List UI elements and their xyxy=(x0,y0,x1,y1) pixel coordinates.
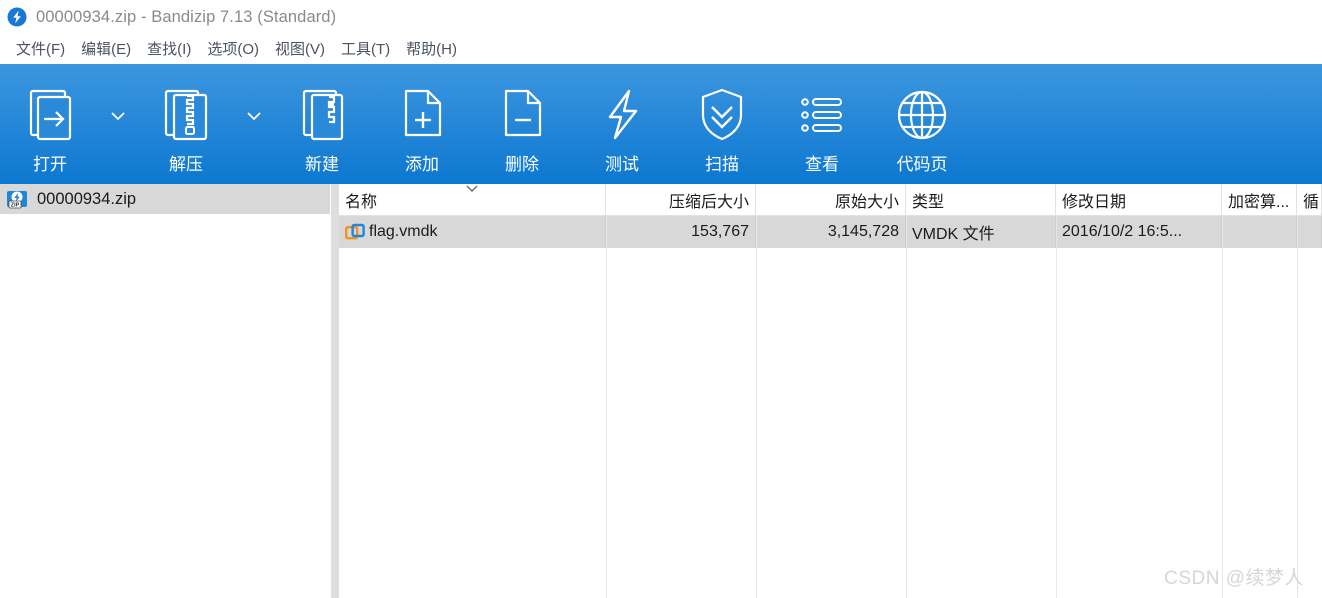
cell-name-label: flag.vmdk xyxy=(369,223,438,240)
cell-packed-size: 153,767 xyxy=(606,216,756,248)
cell-encryption xyxy=(1222,216,1297,248)
toolbar-button-view[interactable]: 查看 xyxy=(772,64,872,184)
cell-original-size: 3,145,728 xyxy=(756,216,906,248)
column-header-type[interactable]: 类型 xyxy=(906,184,1056,215)
menu-help[interactable]: 帮助(H) xyxy=(398,36,465,61)
column-header-label: 压缩后大小 xyxy=(668,193,749,211)
column-grid-lines xyxy=(339,216,1322,598)
cell-type: VMDK 文件 xyxy=(906,216,1056,248)
chevron-down-icon xyxy=(110,108,126,126)
menu-find[interactable]: 查找(I) xyxy=(139,36,199,61)
cell-name: flag.vmdk xyxy=(339,216,606,248)
bandizip-window: 00000934.zip - Bandizip 7.13 (Standard) … xyxy=(0,0,1322,598)
view-list-icon xyxy=(793,84,851,146)
open-archive-icon xyxy=(21,84,79,146)
svg-text:ZIP: ZIP xyxy=(11,203,20,209)
file-list-panel: 名称 压缩后大小 原始大小 类型 修改日期 加密算... 循 flag.vmdk… xyxy=(339,184,1322,598)
title-bar: 00000934.zip - Bandizip 7.13 (Standard) xyxy=(0,0,1322,34)
vmdk-file-icon xyxy=(345,222,365,242)
tree-item-label: 00000934.zip xyxy=(37,189,137,208)
toolbar-button-add[interactable]: 添加 xyxy=(372,64,472,184)
file-list-header: 名称 压缩后大小 原始大小 类型 修改日期 加密算... 循 xyxy=(339,184,1322,216)
toolbar-label-add: 添加 xyxy=(405,155,439,174)
menu-options[interactable]: 选项(O) xyxy=(199,36,267,61)
column-header-label: 修改日期 xyxy=(1062,193,1127,211)
cell-modified-date: 2016/10/2 16:5... xyxy=(1056,216,1222,248)
menu-tools[interactable]: 工具(T) xyxy=(333,36,398,61)
toolbar-button-codepage[interactable]: 代码页 xyxy=(872,64,972,184)
menu-bar: 文件(F) 编辑(E) 查找(I) 选项(O) 视图(V) 工具(T) 帮助(H… xyxy=(0,34,1322,62)
toolbar-button-scan[interactable]: 扫描 xyxy=(672,64,772,184)
toolbar-label-delete: 删除 xyxy=(505,155,539,174)
toolbar-dropdown-open[interactable] xyxy=(100,64,136,184)
toolbar-label-extract: 解压 xyxy=(169,155,203,174)
column-header-label: 名称 xyxy=(345,193,378,211)
sort-descending-icon xyxy=(465,184,479,192)
scan-shield-icon xyxy=(693,84,751,146)
cell-crc xyxy=(1297,216,1322,248)
chevron-down-icon xyxy=(246,108,262,126)
menu-view[interactable]: 视图(V) xyxy=(267,36,333,61)
folder-tree-panel: ZIP 00000934.zip xyxy=(0,184,331,598)
column-header-modified-date[interactable]: 修改日期 xyxy=(1056,184,1222,215)
toolbar-label-new: 新建 xyxy=(305,155,339,174)
toolbar-label-test: 测试 xyxy=(605,155,639,174)
column-header-label: 类型 xyxy=(912,193,945,211)
codepage-globe-icon xyxy=(893,84,951,146)
new-archive-icon xyxy=(293,84,351,146)
column-header-label: 加密算... xyxy=(1228,193,1290,211)
menu-file[interactable]: 文件(F) xyxy=(8,36,73,61)
toolbar-dropdown-extract[interactable] xyxy=(236,64,272,184)
bandizip-lightning-icon xyxy=(6,6,28,28)
toolbar-button-delete[interactable]: 删除 xyxy=(472,64,572,184)
tree-item-archive-root[interactable]: ZIP 00000934.zip xyxy=(0,184,330,214)
column-header-encryption[interactable]: 加密算... xyxy=(1222,184,1297,215)
column-header-crc[interactable]: 循 xyxy=(1297,184,1322,215)
content-area: ZIP 00000934.zip 名称 压缩后大小 原始大小 类型 修改日期 加… xyxy=(0,184,1322,598)
toolbar-button-test[interactable]: 测试 xyxy=(572,64,672,184)
column-header-name[interactable]: 名称 xyxy=(339,184,606,215)
column-header-original-size[interactable]: 原始大小 xyxy=(756,184,906,215)
menu-edit[interactable]: 编辑(E) xyxy=(73,36,139,61)
toolbar-label-open: 打开 xyxy=(33,155,67,174)
table-row[interactable]: flag.vmdk 153,767 3,145,728 VMDK 文件 2016… xyxy=(339,216,1322,248)
toolbar-label-scan: 扫描 xyxy=(705,155,739,174)
zip-archive-icon: ZIP xyxy=(6,188,28,210)
delete-file-icon xyxy=(493,84,551,146)
toolbar-button-extract[interactable]: 解压 xyxy=(136,64,236,184)
column-header-packed-size[interactable]: 压缩后大小 xyxy=(606,184,756,215)
toolbar-label-view: 查看 xyxy=(805,155,839,174)
column-header-label: 原始大小 xyxy=(834,193,899,211)
column-header-label: 循 xyxy=(1303,193,1320,211)
test-lightning-icon xyxy=(593,84,651,146)
csdn-watermark: CSDN @续梦人 xyxy=(1164,568,1304,589)
main-toolbar: 打开 解压 新建 添加 删除 测试 扫描 查看 代码页 xyxy=(0,64,1322,184)
toolbar-button-open[interactable]: 打开 xyxy=(0,64,100,184)
extract-icon xyxy=(157,84,215,146)
toolbar-button-new[interactable]: 新建 xyxy=(272,64,372,184)
toolbar-label-codepage: 代码页 xyxy=(896,155,948,174)
add-file-icon xyxy=(393,84,451,146)
panel-splitter[interactable] xyxy=(331,184,339,598)
window-title: 00000934.zip - Bandizip 7.13 (Standard) xyxy=(36,7,337,26)
